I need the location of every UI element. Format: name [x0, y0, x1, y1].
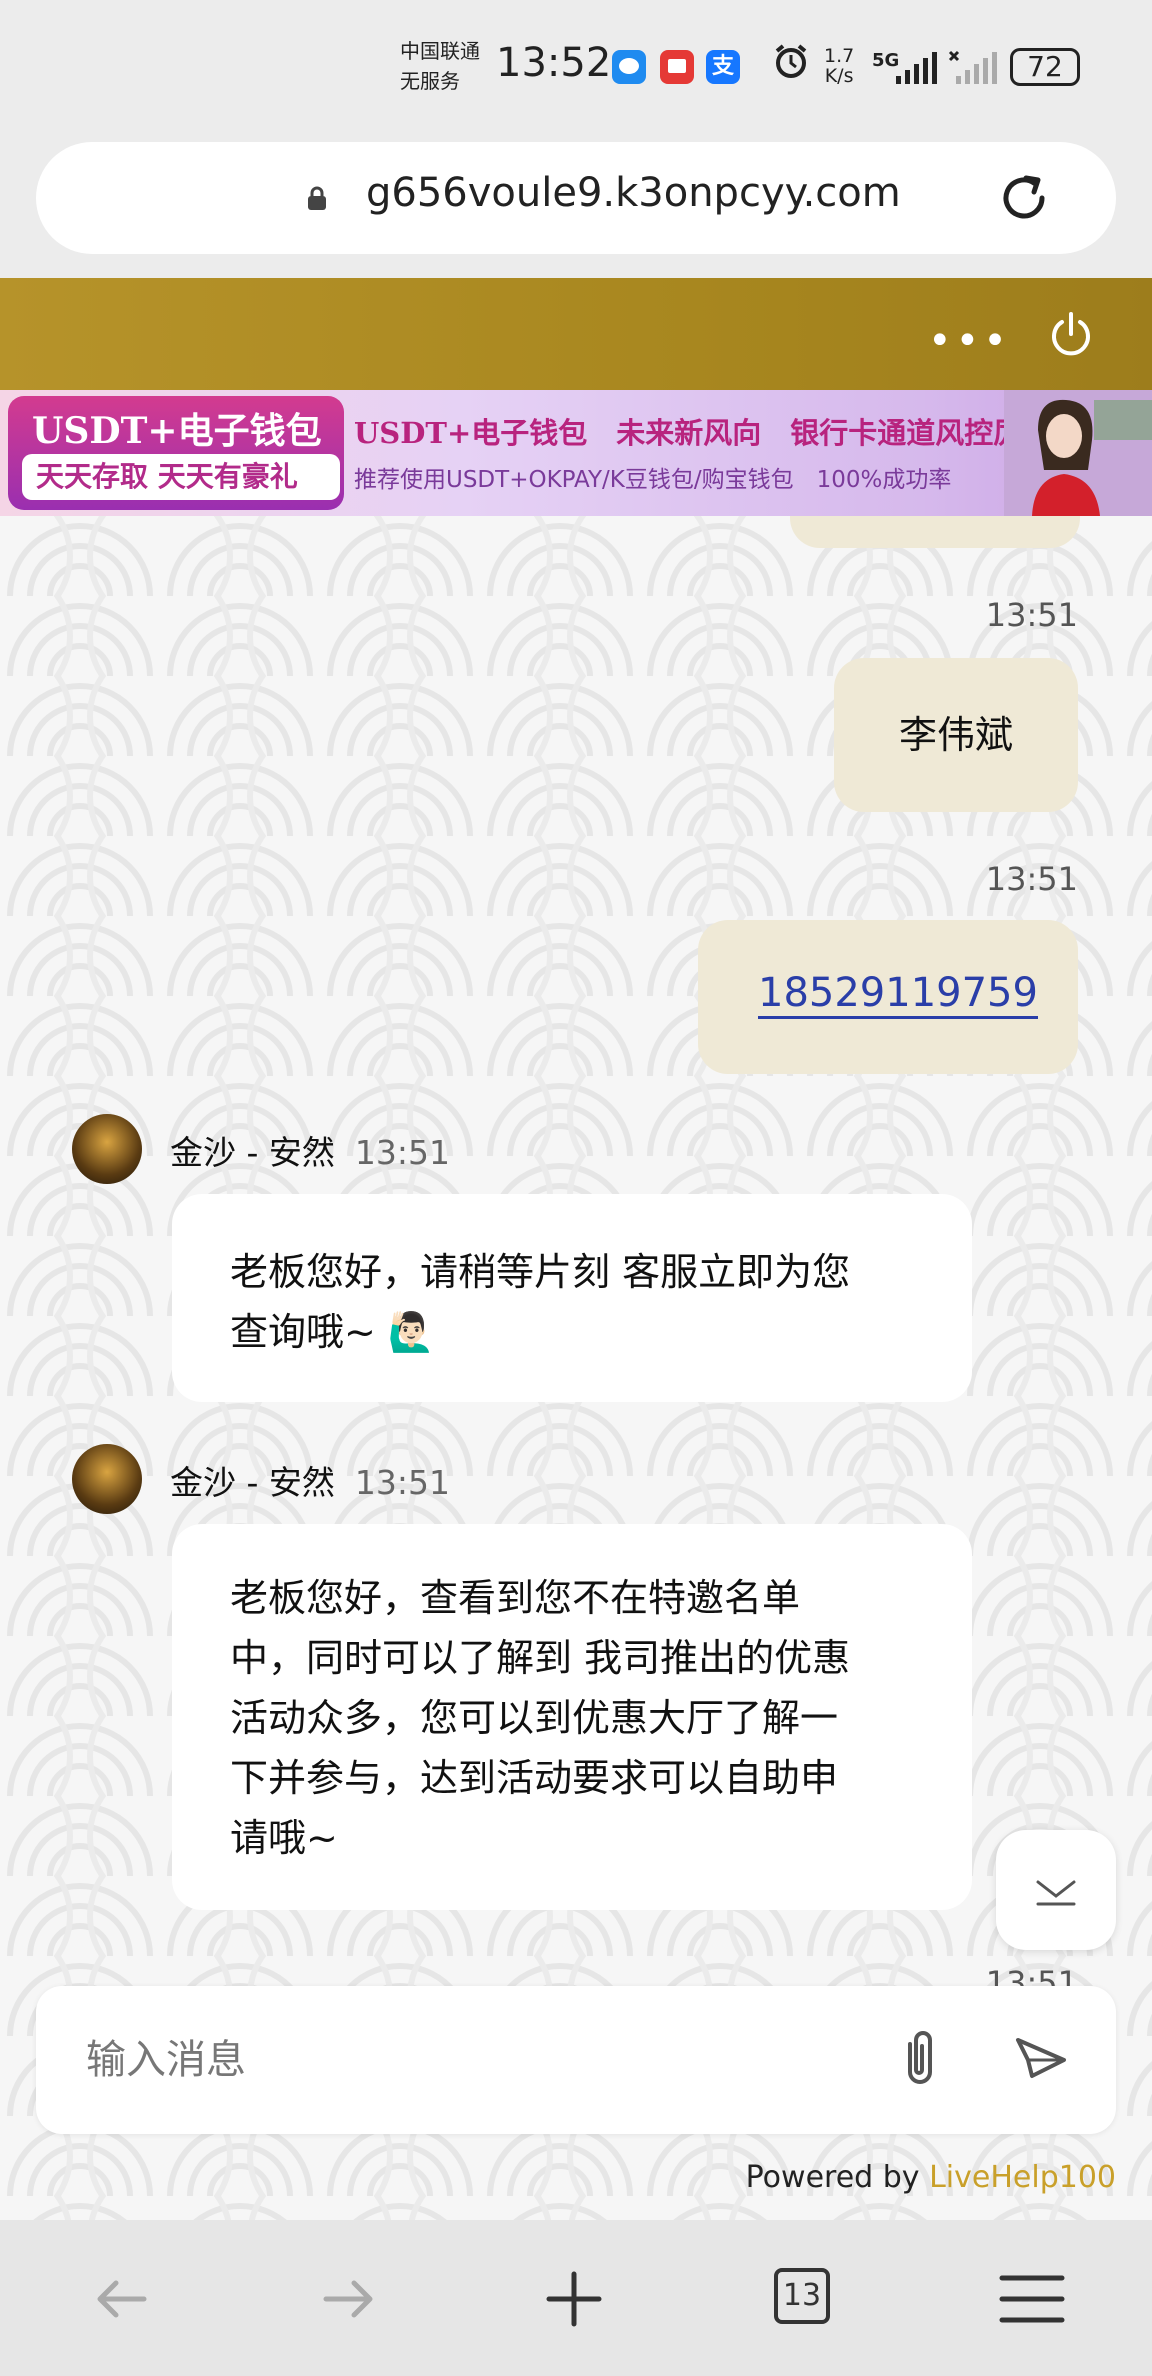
banner-badge: USDT+电子钱包 天天存取 天天有豪礼 — [8, 396, 344, 510]
promo-banner[interactable]: USDT+电子钱包 天天存取 天天有豪礼 USDT+电子钱包 未来新风向 银行卡… — [0, 390, 1152, 516]
phone-number-link[interactable]: 18529119759 — [758, 970, 1038, 1019]
carrier-service: 无服务 — [400, 69, 460, 93]
previous-outgoing-bubble — [790, 516, 1080, 548]
powered-prefix: Powered by — [745, 2160, 930, 2195]
livehelp-brand-link[interactable]: LiveHelp100 — [929, 2160, 1116, 2195]
message-app-icon — [612, 50, 646, 84]
alarm-icon — [775, 44, 807, 78]
browser-nav-bar — [0, 2220, 1152, 2376]
badge-subtitle: 天天存取 天天有豪礼 — [22, 454, 340, 500]
agent-name: 金沙 - 安然 — [170, 1133, 335, 1172]
agent-message-time: 13:51 — [354, 1463, 450, 1502]
agent-avatar — [72, 1444, 142, 1514]
banner-headline: USDT+电子钱包 未来新风向 银行卡通道风控厉害 — [354, 416, 1052, 450]
message-line: 中，同时可以了解到 我司推出的优惠 — [230, 1636, 851, 1680]
menu-icon[interactable] — [994, 2264, 1070, 2334]
agent-header: 金沙 - 安然 13:51 — [170, 1126, 450, 1174]
message-line: 请哦~ — [230, 1816, 338, 1860]
address-bar[interactable]: g656voule9.k3onpcyy.com — [36, 142, 1116, 254]
outgoing-message: 李伟斌 — [834, 658, 1078, 812]
lock-icon — [308, 186, 326, 210]
agent-message-time: 13:51 — [354, 1133, 450, 1172]
agent-avatar — [72, 1114, 142, 1184]
carrier-name: 中国联通 — [400, 39, 480, 63]
chevron-down-icon — [1036, 1880, 1076, 1906]
new-tab-plus-icon[interactable] — [536, 2264, 612, 2334]
message-input[interactable] — [86, 2030, 866, 2090]
carrier-info: 中国联通 无服务 — [400, 36, 480, 96]
message-composer — [36, 1986, 1116, 2134]
reload-icon[interactable] — [996, 170, 1052, 226]
status-time: 13:52 — [496, 40, 612, 86]
tabs-count-button[interactable]: 13 — [774, 2268, 830, 2324]
net-speed-unit: K/s — [824, 65, 854, 87]
no-signal-icon — [948, 50, 997, 84]
status-bar: 中国联通 无服务 13:52 支 1.7 K/s 5G 72 — [0, 0, 1152, 140]
banner-subline: 推荐使用USDT+OKPAY/K豆钱包/购宝钱包 100%成功率 — [354, 467, 952, 493]
agent-header: 金沙 - 安然 13:51 — [170, 1456, 450, 1504]
forward-arrow-icon[interactable] — [310, 2264, 386, 2334]
back-arrow-icon[interactable] — [84, 2264, 160, 2334]
powered-by: Powered by LiveHelp100 — [746, 2160, 1116, 2195]
red-app-icon — [660, 50, 694, 84]
send-icon[interactable] — [1010, 2030, 1070, 2090]
message-line: 活动众多，您可以到优惠大厅了解一 — [230, 1696, 839, 1740]
incoming-message: 老板您好，请稍等片刻 客服立即为您 查询哦~ 🙋🏻‍♂️ — [172, 1194, 972, 1402]
message-line: 查询哦~ 🙋🏻‍♂️ — [230, 1310, 436, 1354]
banner-model-image — [1004, 390, 1152, 516]
badge-title: USDT+电子钱包 — [32, 410, 322, 452]
message-time: 13:51 — [985, 596, 1078, 634]
url-text[interactable]: g656voule9.k3onpcyy.com — [366, 170, 901, 216]
more-dots-icon[interactable]: ••• — [928, 318, 1011, 364]
scroll-to-bottom-button[interactable] — [996, 1830, 1116, 1950]
signal-icon — [896, 52, 937, 84]
alipay-icon: 支 — [706, 50, 740, 84]
chat-area[interactable]: 13:51 李伟斌 13:51 18529119759 金沙 - 安然 13:51… — [0, 516, 1152, 2220]
message-time: 13:51 — [985, 860, 1078, 898]
agent-name: 金沙 - 安然 — [170, 1463, 335, 1502]
message-line: 下并参与，达到活动要求可以自助申 — [230, 1756, 839, 1800]
incoming-message: 老板您好，查看到您不在特邀名单 中，同时可以了解到 我司推出的优惠 活动众多，您… — [172, 1524, 972, 1910]
message-line: 老板您好，请稍等片刻 客服立即为您 — [230, 1250, 851, 1294]
attachment-icon[interactable] — [890, 2026, 950, 2092]
battery-indicator: 72 — [1010, 48, 1080, 86]
chat-header: ••• — [0, 278, 1152, 390]
outgoing-message-phone: 18529119759 — [698, 920, 1078, 1074]
net-speed: 1.7 K/s — [824, 46, 854, 86]
message-line: 老板您好，查看到您不在特邀名单 — [230, 1576, 801, 1620]
power-icon[interactable] — [1046, 310, 1096, 360]
net-speed-value: 1.7 — [824, 45, 855, 67]
